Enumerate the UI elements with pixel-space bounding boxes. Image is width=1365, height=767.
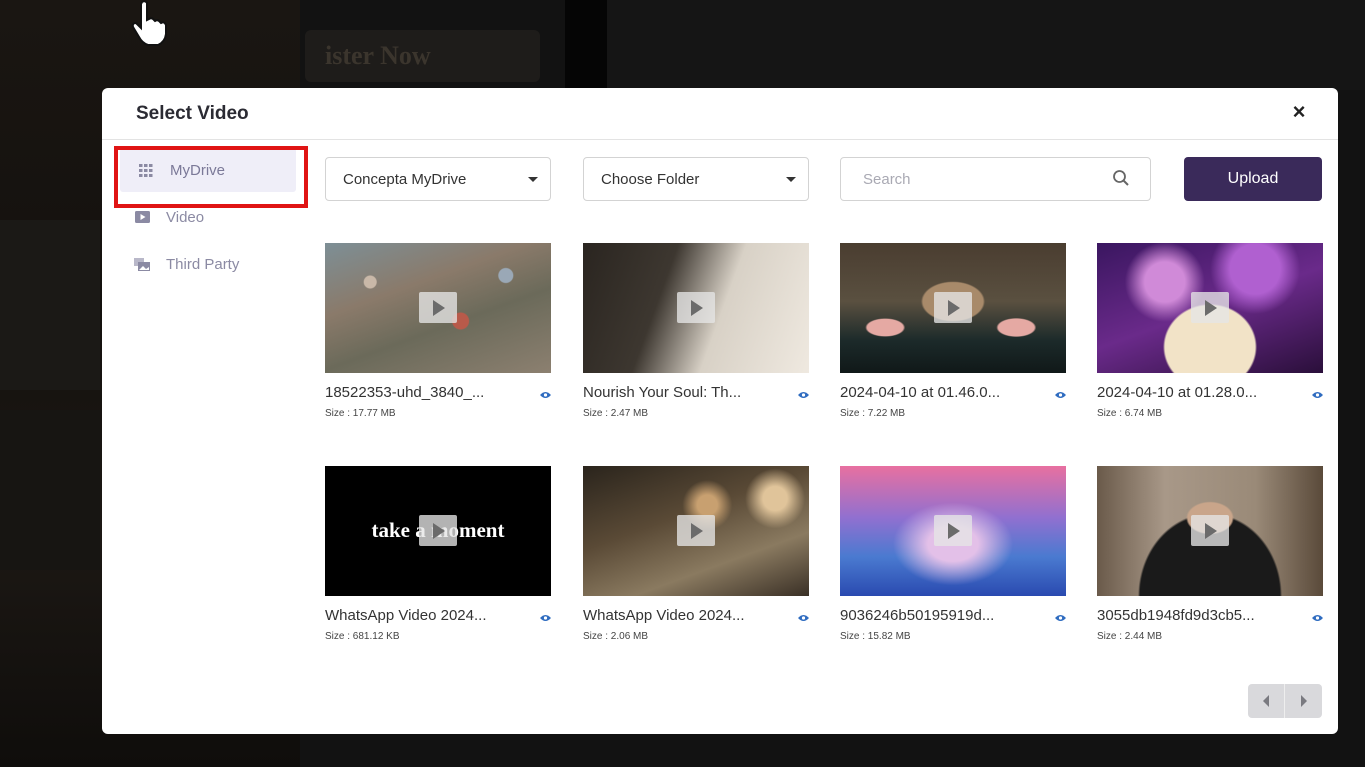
- play-icon[interactable]: [677, 292, 715, 323]
- video-title: 2024-04-10 at 01.28.0...: [1097, 384, 1258, 401]
- folder-select[interactable]: Choose Folder: [583, 157, 809, 201]
- video-card[interactable]: take a moment WhatsApp Video 2024... Siz…: [325, 466, 551, 642]
- background-header: [607, 0, 1365, 90]
- video-icon: [134, 210, 150, 224]
- select-video-modal: Select Video × MyDrive Video Third Party…: [102, 88, 1338, 734]
- eye-icon[interactable]: [1055, 614, 1066, 622]
- previous-page-button[interactable]: [1248, 684, 1285, 718]
- next-page-button[interactable]: [1285, 684, 1322, 718]
- sidebar-item-third-party[interactable]: Third Party: [116, 242, 310, 286]
- play-icon[interactable]: [934, 292, 972, 323]
- play-icon[interactable]: [934, 515, 972, 546]
- video-card[interactable]: 18522353-uhd_3840_... Size : 17.77 MB: [325, 243, 551, 419]
- video-title: 2024-04-10 at 01.46.0...: [840, 384, 1001, 401]
- video-card[interactable]: 2024-04-10 at 01.46.0... Size : 7.22 MB: [840, 243, 1066, 419]
- chevron-down-icon: [528, 177, 538, 182]
- video-card[interactable]: 9036246b50195919d... Size : 15.82 MB: [840, 466, 1066, 642]
- video-size: Size : 681.12 KB: [325, 631, 400, 642]
- search-field: [840, 157, 1151, 201]
- eye-icon[interactable]: [1312, 614, 1323, 622]
- video-title: WhatsApp Video 2024...: [325, 607, 487, 624]
- play-icon[interactable]: [419, 292, 457, 323]
- video-thumbnail[interactable]: [583, 466, 809, 596]
- eye-icon[interactable]: [540, 614, 551, 622]
- hand-cursor-icon: [131, 0, 167, 46]
- video-card[interactable]: 2024-04-10 at 01.28.0... Size : 6.74 MB: [1097, 243, 1323, 419]
- eye-icon[interactable]: [1312, 391, 1323, 399]
- close-button[interactable]: ×: [1288, 101, 1310, 123]
- sidebar-item-label: Third Party: [166, 255, 240, 273]
- video-title: 3055db1948fd9d3cb5...: [1097, 607, 1255, 624]
- chevron-right-icon: [1300, 695, 1307, 707]
- video-size: Size : 6.74 MB: [1097, 408, 1163, 419]
- video-size: Size : 2.06 MB: [583, 631, 649, 642]
- video-card[interactable]: 3055db1948fd9d3cb5... Size : 2.44 MB: [1097, 466, 1323, 642]
- drive-select-value: Concepta MyDrive: [343, 170, 467, 188]
- search-input[interactable]: [863, 159, 1113, 199]
- video-size: Size : 2.47 MB: [583, 408, 649, 419]
- chevron-left-icon: [1263, 695, 1269, 707]
- folder-select-value: Choose Folder: [601, 170, 700, 188]
- video-card[interactable]: Nourish Your Soul: Th... Size : 2.47 MB: [583, 243, 809, 419]
- background-register-button: ister Now: [305, 30, 540, 82]
- video-title: 18522353-uhd_3840_...: [325, 384, 485, 401]
- background-divider: [565, 0, 607, 90]
- video-thumbnail[interactable]: [1097, 243, 1323, 373]
- background-block: [0, 410, 100, 570]
- sidebar-item-video[interactable]: Video: [116, 195, 310, 239]
- video-thumbnail[interactable]: [1097, 466, 1323, 596]
- sidebar-item-mydrive[interactable]: MyDrive: [120, 148, 296, 192]
- sidebar-item-label: Video: [166, 208, 205, 226]
- grid-icon: [138, 163, 154, 177]
- gallery-icon: [134, 257, 150, 271]
- video-thumbnail[interactable]: take a moment: [325, 466, 551, 596]
- modal-title: Select Video: [136, 103, 249, 124]
- modal-header: Select Video ×: [102, 88, 1338, 140]
- play-icon[interactable]: [1191, 292, 1229, 323]
- video-title: Nourish Your Soul: Th...: [583, 384, 742, 401]
- video-thumbnail[interactable]: [840, 466, 1066, 596]
- video-card[interactable]: WhatsApp Video 2024... Size : 2.06 MB: [583, 466, 809, 642]
- drive-select[interactable]: Concepta MyDrive: [325, 157, 551, 201]
- eye-icon[interactable]: [798, 391, 809, 399]
- eye-icon[interactable]: [798, 614, 809, 622]
- video-thumbnail[interactable]: [840, 243, 1066, 373]
- video-size: Size : 15.82 MB: [840, 631, 911, 642]
- eye-icon[interactable]: [1055, 391, 1066, 399]
- video-title: WhatsApp Video 2024...: [583, 607, 745, 624]
- upload-button[interactable]: Upload: [1184, 157, 1322, 201]
- search-icon[interactable]: [1112, 169, 1130, 187]
- video-size: Size : 7.22 MB: [840, 408, 906, 419]
- video-thumbnail[interactable]: [583, 243, 809, 373]
- play-icon[interactable]: [419, 515, 457, 546]
- eye-icon[interactable]: [540, 391, 551, 399]
- background-block: [0, 220, 100, 390]
- sidebar-item-label: MyDrive: [170, 161, 225, 179]
- video-title: 9036246b50195919d...: [840, 607, 995, 624]
- play-icon[interactable]: [677, 515, 715, 546]
- source-sidebar: MyDrive Video Third Party: [116, 148, 310, 289]
- pagination: [1248, 684, 1322, 718]
- video-thumbnail[interactable]: [325, 243, 551, 373]
- chevron-down-icon: [786, 177, 796, 182]
- play-icon[interactable]: [1191, 515, 1229, 546]
- video-size: Size : 17.77 MB: [325, 408, 396, 419]
- video-size: Size : 2.44 MB: [1097, 631, 1163, 642]
